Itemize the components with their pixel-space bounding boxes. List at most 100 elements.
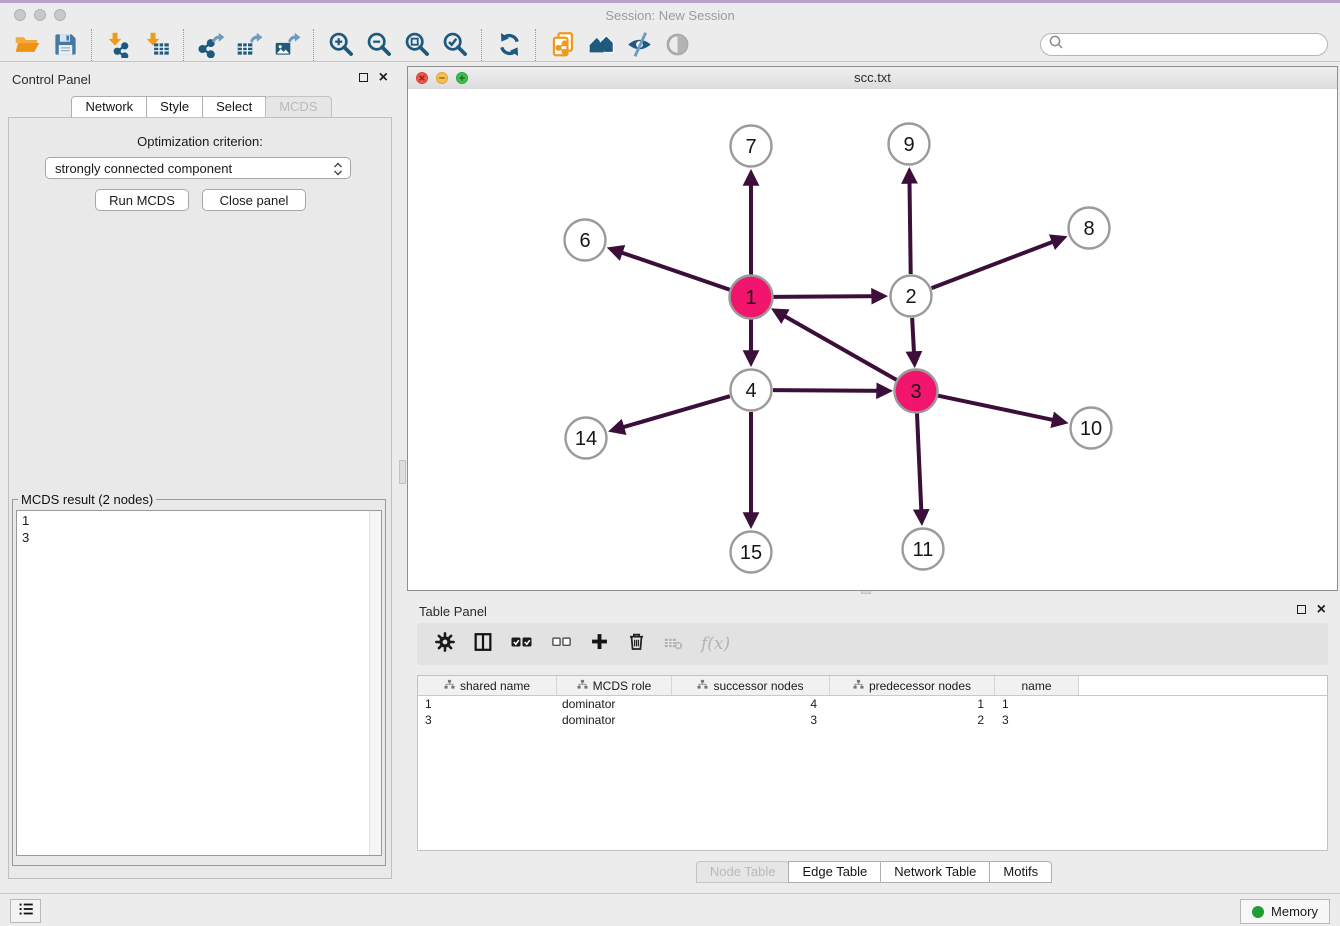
graph-node-4[interactable]: 4 bbox=[731, 370, 772, 411]
close-panel-icon[interactable]: × bbox=[379, 72, 388, 83]
export-network-icon bbox=[198, 31, 225, 58]
graph-edge-3-11[interactable] bbox=[917, 413, 922, 521]
zoom-fit-icon bbox=[404, 31, 431, 58]
svg-text:14: 14 bbox=[575, 428, 597, 450]
hide-details-button[interactable] bbox=[620, 30, 658, 60]
column-header-name[interactable]: name bbox=[995, 676, 1079, 695]
import-network-button[interactable] bbox=[100, 30, 138, 60]
network-minimize-icon[interactable] bbox=[436, 72, 448, 84]
graph-node-1[interactable]: 1 bbox=[730, 276, 773, 319]
columns-button[interactable] bbox=[472, 631, 494, 658]
memory-button[interactable]: Memory bbox=[1240, 899, 1330, 924]
close-table-panel-icon[interactable]: × bbox=[1317, 604, 1326, 615]
import-table-button[interactable] bbox=[138, 30, 176, 60]
column-header-successor-nodes[interactable]: successor nodes bbox=[672, 676, 830, 695]
sitemap-sort-icon bbox=[697, 679, 708, 693]
graph-node-7[interactable]: 7 bbox=[731, 126, 772, 167]
graph-edge-3-10[interactable] bbox=[938, 396, 1064, 423]
float-panel-icon[interactable] bbox=[359, 73, 368, 82]
zoom-out-button[interactable] bbox=[360, 30, 398, 60]
graph-node-2[interactable]: 2 bbox=[891, 276, 932, 317]
status-bar: Memory bbox=[0, 893, 1340, 926]
clone-network-icon bbox=[550, 31, 577, 58]
optimization-criterion-label: Optimization criterion: bbox=[9, 134, 391, 149]
graph-edge-1-2[interactable] bbox=[773, 296, 883, 297]
save-button[interactable] bbox=[46, 30, 84, 60]
float-table-panel-icon[interactable] bbox=[1297, 605, 1306, 614]
zoom-in-button[interactable] bbox=[322, 30, 360, 60]
home-button[interactable] bbox=[582, 30, 620, 60]
graph-edge-4-14[interactable] bbox=[613, 396, 730, 430]
tab-motifs[interactable]: Motifs bbox=[989, 861, 1052, 883]
graph-edge-1-6[interactable] bbox=[611, 249, 730, 290]
tab-network[interactable]: Network bbox=[71, 96, 147, 118]
zoom-selected-button[interactable] bbox=[436, 30, 474, 60]
export-image-button[interactable] bbox=[268, 30, 306, 60]
table-row[interactable]: 1 dominator 4 1 1 bbox=[418, 696, 1327, 712]
svg-text:4: 4 bbox=[745, 380, 756, 402]
optimization-criterion-select[interactable]: strongly connected component bbox=[45, 157, 351, 179]
tab-edge-table[interactable]: Edge Table bbox=[788, 861, 881, 883]
task-history-button[interactable] bbox=[10, 899, 41, 923]
tab-mcds[interactable]: MCDS bbox=[265, 96, 331, 118]
close-panel-button[interactable]: Close panel bbox=[202, 189, 306, 211]
tab-select[interactable]: Select bbox=[202, 96, 266, 118]
network-view-window: scc.txt 1 2 3 4 6 7 8 9 10 11 14 15 bbox=[407, 66, 1338, 591]
vertical-splitter-handle[interactable] bbox=[399, 460, 406, 484]
tab-style[interactable]: Style bbox=[146, 96, 203, 118]
graph-node-9[interactable]: 9 bbox=[889, 124, 930, 165]
column-header-mcds-role[interactable]: MCDS role bbox=[557, 676, 672, 695]
add-button[interactable] bbox=[589, 631, 610, 657]
list-icon bbox=[16, 900, 36, 923]
graph-edge-4-3[interactable] bbox=[773, 390, 888, 391]
zoom-fit-button[interactable] bbox=[398, 30, 436, 60]
graph-edge-2-9[interactable] bbox=[909, 172, 910, 274]
refresh-icon bbox=[496, 31, 523, 58]
graph-node-10[interactable]: 10 bbox=[1071, 408, 1112, 449]
search-input[interactable] bbox=[1064, 35, 1327, 55]
sitemap-sort-icon bbox=[444, 679, 455, 693]
column-header-shared-name[interactable]: shared name bbox=[418, 676, 557, 695]
svg-text:9: 9 bbox=[903, 134, 914, 156]
graph-node-14[interactable]: 14 bbox=[566, 418, 607, 459]
svg-text:6: 6 bbox=[579, 230, 590, 252]
graph-edge-2-3[interactable] bbox=[912, 318, 914, 363]
graph-edge-2-8[interactable] bbox=[932, 238, 1063, 288]
run-mcds-button[interactable]: Run MCDS bbox=[95, 189, 189, 211]
uncheck-all-button[interactable] bbox=[550, 630, 573, 658]
graph-node-6[interactable]: 6 bbox=[565, 220, 606, 261]
network-graph[interactable]: 1 2 3 4 6 7 8 9 10 11 14 15 bbox=[408, 89, 1337, 590]
table-toolbar: f(x) bbox=[417, 623, 1328, 665]
table-row[interactable]: 3 dominator 3 2 3 bbox=[418, 712, 1327, 728]
check-all-button[interactable] bbox=[510, 630, 534, 659]
network-window-titlebar: scc.txt bbox=[408, 67, 1337, 90]
network-canvas[interactable]: 1 2 3 4 6 7 8 9 10 11 14 15 bbox=[408, 89, 1337, 590]
clone-network-button[interactable] bbox=[544, 30, 582, 60]
graph-edge-3-1[interactable] bbox=[775, 311, 897, 380]
search-box[interactable] bbox=[1040, 33, 1328, 56]
app-titlebar: Session: New Session bbox=[0, 3, 1340, 28]
graph-node-3[interactable]: 3 bbox=[895, 370, 938, 413]
fx-icon: f(x) bbox=[701, 634, 730, 654]
mcds-result-title: MCDS result (2 nodes) bbox=[18, 492, 156, 507]
network-close-icon[interactable] bbox=[416, 72, 428, 84]
mcds-result-fieldset: MCDS result (2 nodes) 1 3 bbox=[12, 492, 386, 866]
export-table-button[interactable] bbox=[230, 30, 268, 60]
graph-node-8[interactable]: 8 bbox=[1069, 208, 1110, 249]
network-maximize-icon[interactable] bbox=[456, 72, 468, 84]
open-folder-button[interactable] bbox=[8, 30, 46, 60]
graph-node-11[interactable]: 11 bbox=[903, 529, 944, 570]
export-network-button[interactable] bbox=[192, 30, 230, 60]
control-panel: Control Panel × Network Style Select MCD… bbox=[0, 63, 402, 891]
graph-node-15[interactable]: 15 bbox=[731, 532, 772, 573]
svg-text:1: 1 bbox=[745, 287, 756, 309]
trash-button[interactable] bbox=[626, 631, 647, 657]
tab-network-table[interactable]: Network Table bbox=[880, 861, 990, 883]
refresh-button[interactable] bbox=[490, 30, 528, 60]
mcds-result-box[interactable]: 1 3 bbox=[16, 510, 382, 856]
column-header-predecessor-nodes[interactable]: predecessor nodes bbox=[830, 676, 995, 695]
tab-node-table[interactable]: Node Table bbox=[696, 861, 790, 883]
toolbar-separator bbox=[91, 29, 93, 61]
result-scrollbar[interactable] bbox=[369, 511, 381, 855]
gear-button[interactable] bbox=[434, 631, 456, 658]
